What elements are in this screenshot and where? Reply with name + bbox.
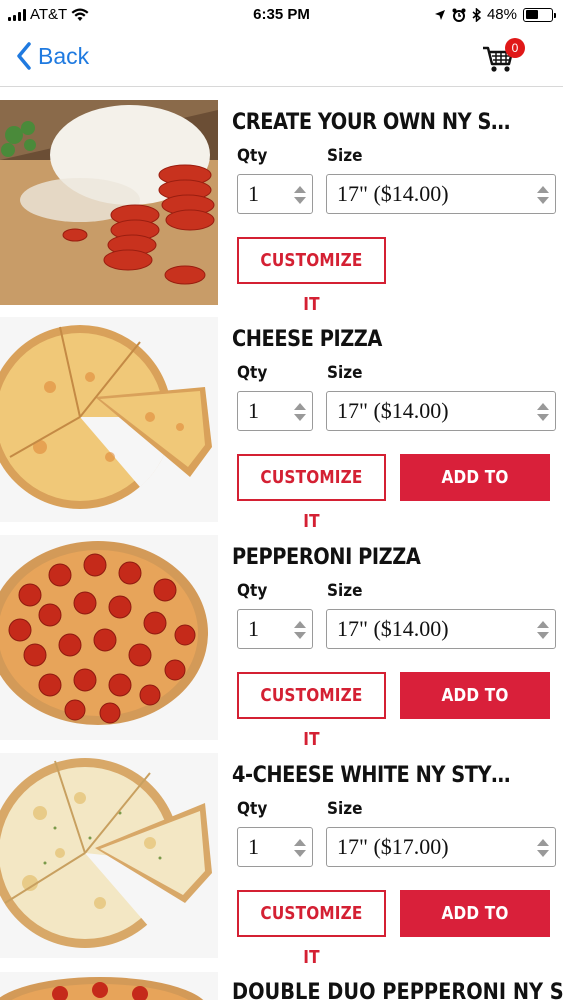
cart-badge: 0 [505,38,525,58]
product-title: PEPPERONI PIZZA [232,545,421,570]
bluetooth-icon [472,7,481,22]
stepper-arrows-icon [294,186,306,204]
size-value: 17" ($14.00) [337,398,449,423]
add-to-order-label: ADD TO ORDER [441,685,509,750]
chevron-left-icon [17,42,31,70]
size-label: Size [327,799,363,819]
size-label: Size [327,146,363,166]
size-label: Size [327,581,363,601]
qty-label: Qty [237,363,268,383]
select-arrows-icon [537,621,549,639]
size-select[interactable]: 17" ($14.00) [326,174,556,214]
qty-value: 1 [248,181,259,206]
customize-button[interactable]: CUSTOMIZE IT [237,890,386,968]
qty-value: 1 [248,398,259,423]
qty-select[interactable]: 1 [237,174,313,214]
product-item: CHEESE PIZZA Qty Size 1 17" ($14.00) CUS… [0,317,563,532]
product-image-white-pizza [0,753,218,958]
add-to-order-button[interactable]: ADD TO ORDER [400,890,550,968]
select-arrows-icon [537,403,549,421]
size-label: Size [327,363,363,383]
customize-button[interactable]: CUSTOMIZE IT [237,237,386,315]
qty-value: 1 [248,834,259,859]
qty-select[interactable]: 1 [237,827,313,867]
nav-bar: Back 0 [0,30,563,87]
product-image-dough [0,100,218,305]
size-value: 17" ($17.00) [337,834,449,859]
product-item: PEPPERONI PIZZA Qty Size 1 17" ($14.00) … [0,535,563,750]
customize-button[interactable]: CUSTOMIZE IT [237,454,386,532]
size-select[interactable]: 17" ($14.00) [326,609,556,649]
qty-label: Qty [237,581,268,601]
alarm-icon [452,8,466,22]
stepper-arrows-icon [294,621,306,639]
product-title: CREATE YOUR OWN NY STYLE... [232,110,518,135]
product-image-pepperoni [0,535,218,740]
size-select[interactable]: 17" ($14.00) [326,391,556,431]
battery-percent: 48% [486,6,517,23]
location-arrow-icon [434,9,445,20]
qty-select[interactable]: 1 [237,391,313,431]
product-item: CREATE YOUR OWN NY STYLE... Qty Size 1 1… [0,100,563,315]
qty-label: Qty [237,146,268,166]
select-arrows-icon [537,186,549,204]
select-arrows-icon [537,839,549,857]
add-to-order-label: ADD TO ORDER [441,467,509,532]
back-button[interactable]: Back [16,42,89,70]
stepper-arrows-icon [294,839,306,857]
customize-label: CUSTOMIZE IT [260,467,363,532]
size-value: 17" ($14.00) [337,616,449,641]
product-title-partial: DOUBLE DUO PEPPERONI NY S [232,980,563,1000]
qty-label: Qty [237,799,268,819]
customize-label: CUSTOMIZE IT [260,250,363,315]
customize-label: CUSTOMIZE IT [260,903,363,968]
product-title: CHEESE PIZZA [232,327,382,352]
status-bar: AT&T 6:35 PM 48% [0,0,563,30]
product-item: 4-CHEESE WHITE NY STYLE PIZZA Qty Size 1… [0,753,563,968]
qty-select[interactable]: 1 [237,609,313,649]
size-value: 17" ($14.00) [337,181,449,206]
customize-label: CUSTOMIZE IT [260,685,363,750]
customize-button[interactable]: CUSTOMIZE IT [237,672,386,750]
product-image-partial [0,972,218,1000]
back-label: Back [38,42,90,69]
stepper-arrows-icon [294,403,306,421]
add-to-order-label: ADD TO ORDER [441,903,509,968]
cart-button[interactable]: 0 [481,38,525,74]
status-right: 48% [434,6,556,23]
add-to-order-button[interactable]: ADD TO ORDER [400,454,550,532]
size-select[interactable]: 17" ($17.00) [326,827,556,867]
add-to-order-button[interactable]: ADD TO ORDER [400,672,550,750]
battery-icon [523,7,556,22]
qty-value: 1 [248,616,259,641]
product-image-cheese [0,317,218,522]
product-title: 4-CHEESE WHITE NY STYLE PIZZA [232,763,518,788]
